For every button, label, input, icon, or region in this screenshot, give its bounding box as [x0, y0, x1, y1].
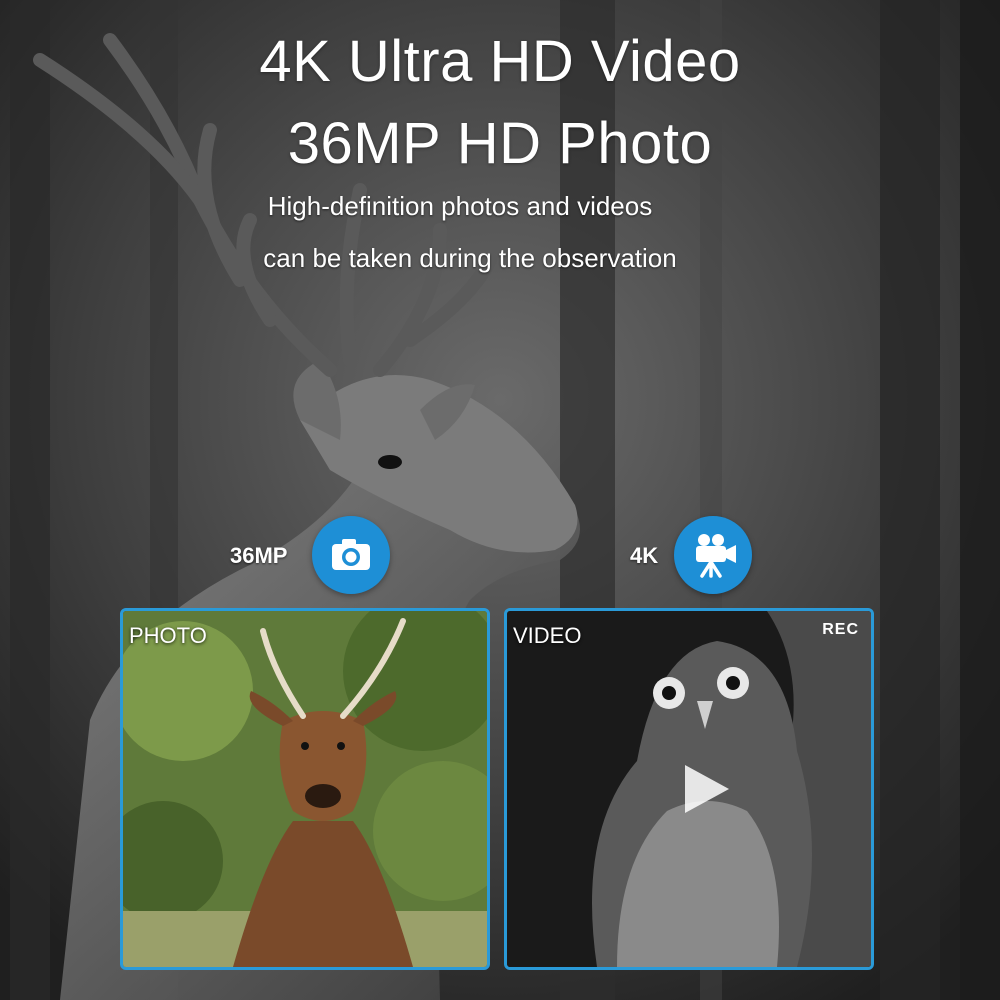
rec-indicator: REC	[822, 621, 859, 638]
photo-panel-label: PHOTO	[129, 623, 207, 648]
video-panel-label: VIDEO	[513, 623, 582, 648]
play-icon[interactable]	[675, 759, 735, 819]
subtitle-line-1: High-definition photos and videos	[267, 191, 653, 221]
video-camera-badge	[674, 516, 752, 594]
headline-video: 4K Ultra HD Video	[259, 29, 741, 94]
camera-badge	[312, 516, 390, 594]
photo-panel: PHOTO	[120, 608, 490, 970]
video-spec-label: 4K	[630, 543, 659, 568]
camera-icon	[332, 539, 370, 570]
video-panel: VIDEO REC	[504, 608, 874, 970]
photo-deer-image	[123, 611, 487, 967]
video-camera-icon	[696, 534, 736, 578]
page: 4K Ultra HD Video 36MP HD Photo High-def…	[0, 0, 1000, 1000]
subtitle-line-2: can be taken during the observation	[263, 243, 677, 273]
photo-spec-label: 36MP	[230, 543, 288, 568]
headline-photo: 36MP HD Photo	[287, 111, 713, 176]
